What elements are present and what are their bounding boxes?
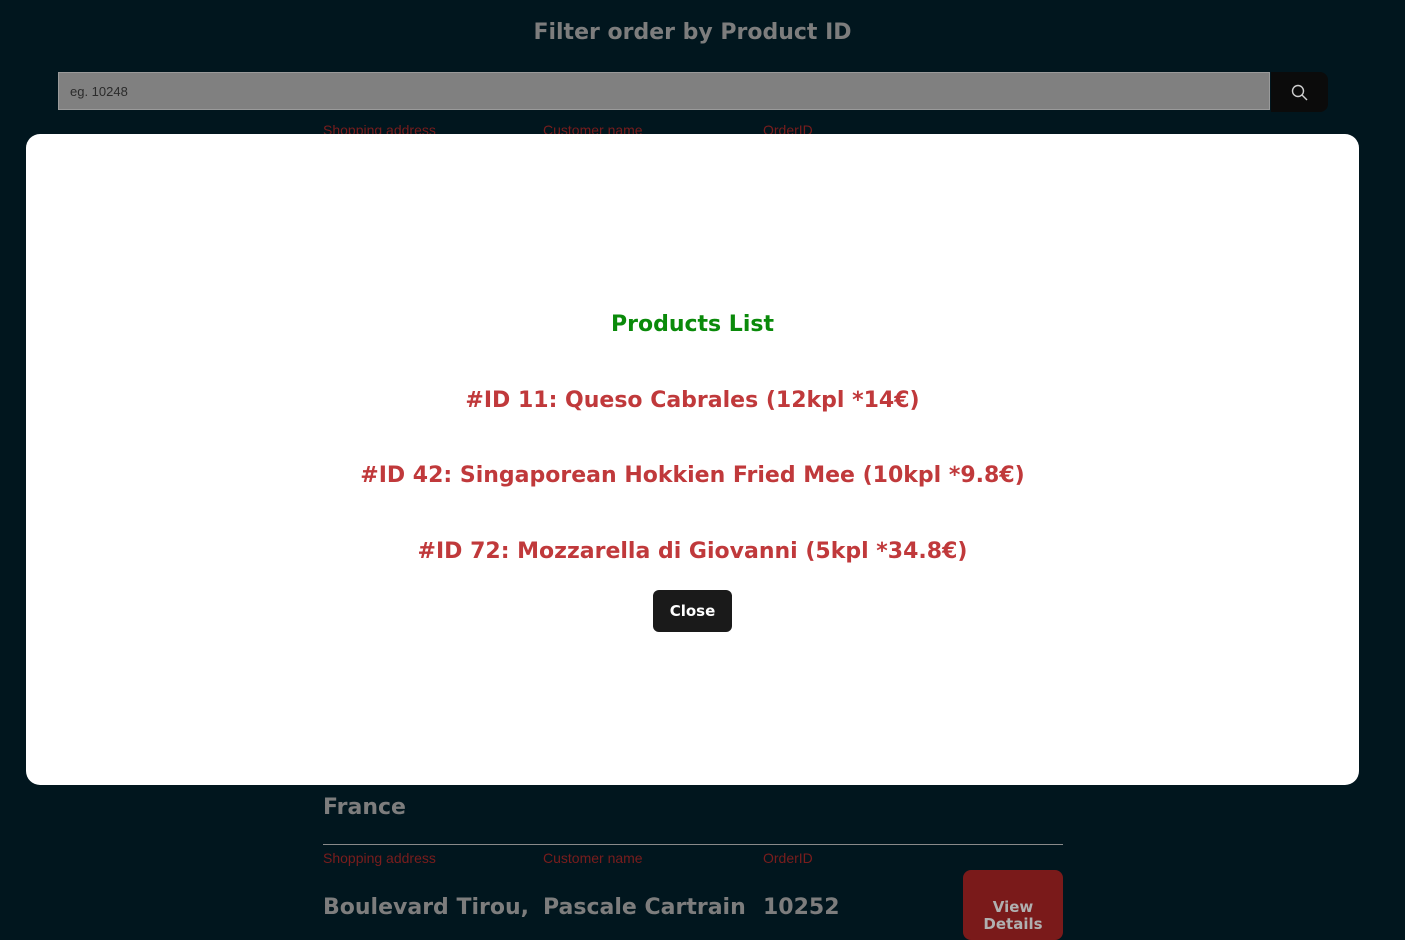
search-icon xyxy=(1291,84,1308,100)
order-divider xyxy=(323,844,1063,845)
order-id-label: OrderID xyxy=(763,850,813,866)
product-item: #ID 42: Singaporean Hokkien Fried Mee (1… xyxy=(360,463,1025,488)
customer-value: Pascale Cartrain xyxy=(543,895,746,920)
search-button[interactable] xyxy=(1271,72,1328,112)
products-modal: Products List #ID 11: Queso Cabrales (12… xyxy=(26,134,1359,785)
customer-label: Customer name xyxy=(543,850,643,866)
order-id-value: 10252 xyxy=(763,895,840,920)
product-item: #ID 11: Queso Cabrales (12kpl *14€) xyxy=(465,388,920,413)
close-button[interactable]: Close xyxy=(653,590,732,632)
view-details-button[interactable]: View Details xyxy=(963,870,1063,940)
address-value: Boulevard Tirou, xyxy=(323,895,529,920)
page-title: Filter order by Product ID xyxy=(533,20,852,45)
address-label: Shopping address xyxy=(323,850,436,866)
search-bar xyxy=(58,72,1328,112)
address-value: France xyxy=(323,795,406,820)
search-input[interactable] xyxy=(58,72,1270,110)
modal-title: Products List xyxy=(611,312,774,337)
product-item: #ID 72: Mozzarella di Giovanni (5kpl *34… xyxy=(417,539,968,564)
